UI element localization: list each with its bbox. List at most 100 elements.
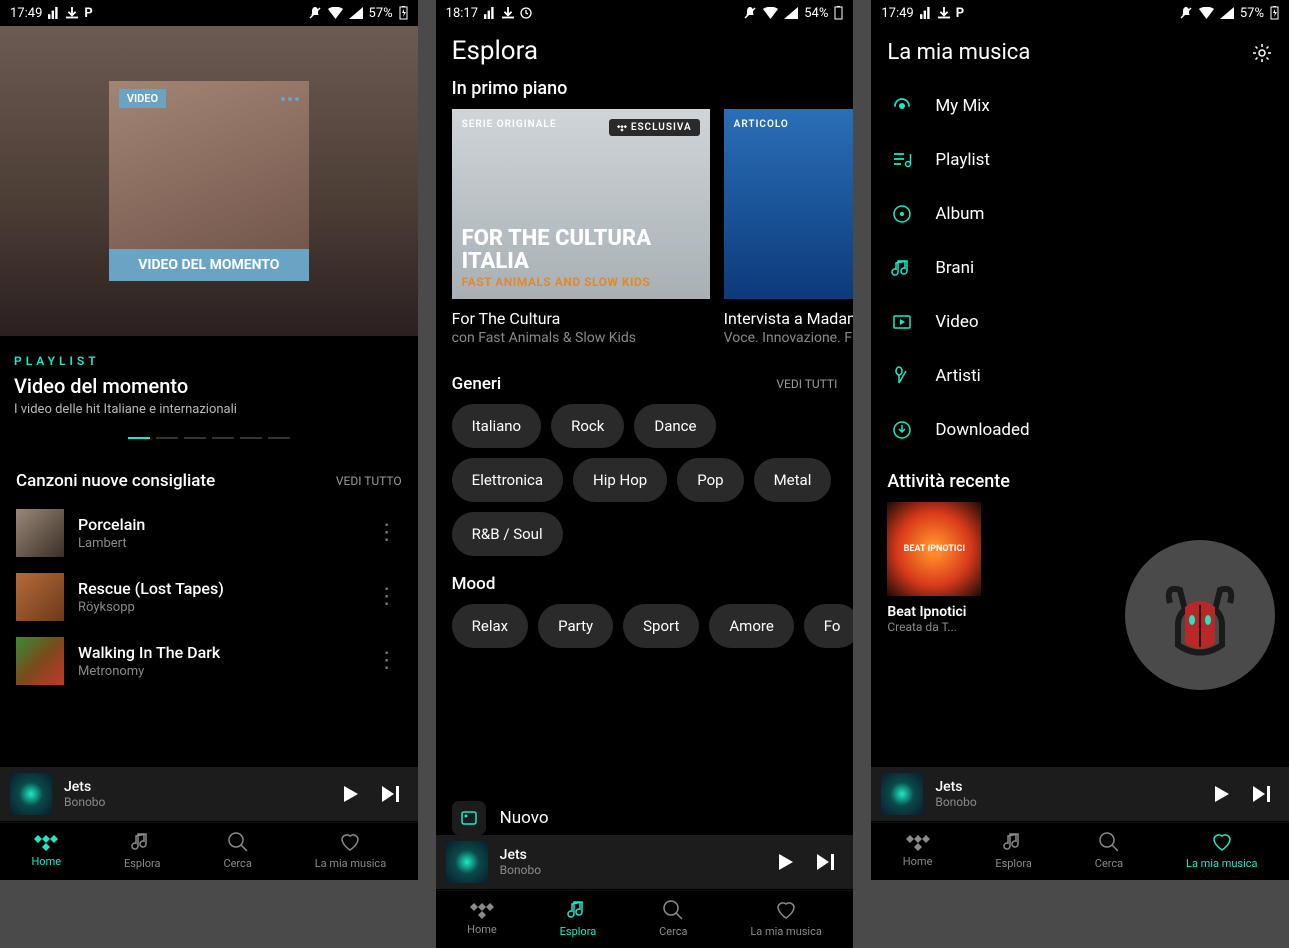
search-icon	[662, 899, 684, 921]
hero-card: VIDEO VIDEO DEL MOMENTO	[109, 81, 309, 281]
mini-title: Jets	[500, 847, 764, 863]
track-row[interactable]: Walking In The Dark Metronomy ⋮	[0, 629, 418, 693]
heart-icon	[339, 831, 361, 853]
track-row[interactable]: Rescue (Lost Tapes) Röyksopp ⋮	[0, 565, 418, 629]
mini-player-art	[881, 773, 923, 815]
featured-card[interactable]: SERIE ORIGINALE ESCLUSIVA FOR THE CULTUR…	[452, 109, 710, 356]
cell-signal-icon	[784, 7, 798, 19]
track-row[interactable]: Porcelain Lambert ⋮	[0, 501, 418, 565]
nav-explore[interactable]: Esplora	[560, 899, 597, 938]
card-headline: FOR THE CULTURA ITALIA	[462, 227, 700, 273]
nav-home[interactable]: Home	[467, 899, 497, 938]
mood-chip[interactable]: Fo	[804, 604, 854, 648]
mini-player[interactable]: Jets Bonobo	[436, 835, 854, 890]
menu-item-album[interactable]: Album	[871, 187, 1289, 241]
status-time: 18:17	[446, 6, 478, 21]
nav-search[interactable]: Cerca	[659, 899, 687, 938]
nav-explore[interactable]: Esplora	[995, 831, 1032, 870]
battery-icon	[399, 6, 408, 20]
pager[interactable]	[0, 427, 418, 453]
mini-player[interactable]: Jets Bonobo	[0, 767, 418, 822]
featured-card[interactable]: ARTICOLO Intervista a Madame Voce. Innov…	[724, 109, 854, 356]
next-icon[interactable]	[1251, 784, 1273, 804]
more-icon[interactable]: ⋮	[372, 529, 402, 538]
genre-chip[interactable]: Hip Hop	[573, 458, 667, 502]
play-icon[interactable]	[1211, 784, 1231, 804]
download-circle-icon	[889, 419, 915, 441]
play-icon[interactable]	[340, 784, 360, 804]
nav-home[interactable]: Home	[903, 831, 933, 870]
genre-chip[interactable]: Italiano	[452, 404, 541, 448]
featured-label: In primo piano	[436, 66, 854, 109]
mood-chip[interactable]: Sport	[623, 604, 699, 648]
wifi-icon	[1199, 7, 1214, 19]
mini-player-art	[446, 841, 488, 883]
play-icon[interactable]	[775, 852, 795, 872]
nav-search[interactable]: Cerca	[223, 831, 251, 870]
see-all-link[interactable]: VEDI TUTTO	[336, 474, 402, 488]
genre-chip[interactable]: Dance	[634, 404, 716, 448]
hero-meta[interactable]: PLAYLIST Video del momento I video delle…	[0, 336, 418, 427]
mood-label: Mood	[452, 574, 496, 594]
status-bar: 17:49 P 57%	[0, 0, 418, 26]
nav-explore[interactable]: Esplora	[124, 831, 161, 870]
menu-item-downloaded[interactable]: Downloaded	[871, 403, 1289, 457]
card-kicker: ARTICOLO	[734, 119, 789, 130]
more-icon[interactable]: ⋮	[372, 593, 402, 602]
genres-label: Generi	[452, 374, 502, 394]
menu-item-playlist[interactable]: Playlist	[871, 133, 1289, 187]
heart-icon	[1211, 831, 1233, 853]
mood-chip[interactable]: Relax	[452, 604, 528, 648]
genres-header: Generi VEDI TUTTI	[436, 356, 854, 404]
mini-title: Jets	[935, 779, 1199, 795]
menu-item-video[interactable]: Video	[871, 295, 1289, 349]
genre-chip[interactable]: Metal	[754, 458, 832, 502]
next-icon[interactable]	[815, 852, 837, 872]
p-icon: P	[956, 6, 964, 21]
status-time: 17:49	[881, 6, 913, 21]
nuovo-row[interactable]: Nuovo	[436, 801, 854, 835]
hero-banner[interactable]: VIDEO VIDEO DEL MOMENTO	[0, 26, 418, 336]
status-battery: 57%	[369, 6, 393, 21]
genre-chip[interactable]: Elettronica	[452, 458, 563, 502]
mix-icon	[889, 95, 915, 117]
search-icon	[1098, 831, 1120, 853]
nav-mymusic[interactable]: La mia musica	[1186, 831, 1257, 870]
nav-search[interactable]: Cerca	[1095, 831, 1123, 870]
watermark-logo	[1125, 540, 1275, 690]
card-title: Intervista a Madame	[724, 309, 854, 328]
see-all-genres[interactable]: VEDI TUTTI	[776, 377, 837, 391]
bottom-nav: Home Esplora Cerca La mia musica	[871, 822, 1289, 880]
mini-player[interactable]: Jets Bonobo	[871, 767, 1289, 822]
status-battery: 57%	[1240, 6, 1264, 21]
nav-mymusic[interactable]: La mia musica	[750, 899, 821, 938]
mini-artist: Bonobo	[500, 863, 764, 877]
wifi-icon	[328, 7, 343, 19]
mood-chip[interactable]: Party	[538, 604, 613, 648]
nav-mymusic[interactable]: La mia musica	[315, 831, 386, 870]
download-icon	[502, 7, 514, 19]
cell-signal-icon	[349, 7, 363, 19]
bell-muted-icon	[1179, 6, 1193, 20]
screen-explore: 18:17 54% Esplora In primo piano SERIE O…	[436, 0, 854, 948]
nav-home[interactable]: Home	[31, 831, 61, 870]
track-art	[16, 573, 64, 621]
card-subtitle: con Fast Animals & Slow Kids	[452, 330, 710, 346]
menu-item-mymix[interactable]: My Mix	[871, 79, 1289, 133]
menu-item-artists[interactable]: Artisti	[871, 349, 1289, 403]
genre-chip[interactable]: R&B / Soul	[452, 512, 563, 556]
screen-home: 17:49 P 57% VIDEO VIDEO DEL MOMENTO PLAY…	[0, 0, 418, 880]
track-icon	[889, 257, 915, 279]
gear-icon[interactable]	[1251, 42, 1273, 64]
mood-chip[interactable]: Amore	[709, 604, 793, 648]
genre-chip[interactable]: Rock	[551, 404, 624, 448]
featured-row[interactable]: SERIE ORIGINALE ESCLUSIVA FOR THE CULTUR…	[436, 109, 854, 356]
download-icon	[66, 7, 78, 19]
genre-chip[interactable]: Pop	[677, 458, 743, 502]
menu-item-tracks[interactable]: Brani	[871, 241, 1289, 295]
tidal-logo-icon	[906, 831, 930, 851]
signal-icon	[48, 7, 60, 19]
music-note-icon	[1003, 831, 1025, 853]
more-icon[interactable]: ⋮	[372, 657, 402, 666]
next-icon[interactable]	[380, 784, 402, 804]
